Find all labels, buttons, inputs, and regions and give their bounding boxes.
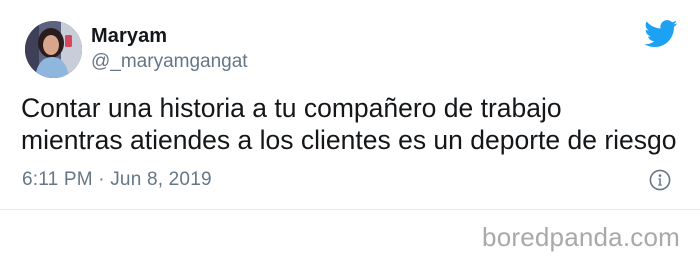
tweet-timestamp[interactable]: 6:11 PM · Jun 8, 2019 — [22, 168, 212, 192]
info-icon[interactable] — [649, 169, 671, 191]
tweet-text-line: Contar una historia a tu compañero de tr… — [21, 93, 562, 123]
watermark: boredpanda.com — [482, 222, 680, 252]
user-handle[interactable]: @_maryamgangat — [91, 50, 248, 74]
avatar-photo — [25, 21, 82, 78]
tweet-text: Contar una historia a tu compañero de tr… — [21, 92, 693, 156]
tweet-card: Maryam @_maryamgangat Contar una histori… — [0, 0, 700, 257]
twitter-bird-icon[interactable] — [644, 20, 678, 48]
display-name[interactable]: Maryam — [91, 24, 167, 48]
tweet-text-line: mientras atiendes a los clientes es un d… — [21, 125, 677, 155]
avatar[interactable] — [25, 21, 82, 78]
card-divider — [0, 209, 700, 210]
